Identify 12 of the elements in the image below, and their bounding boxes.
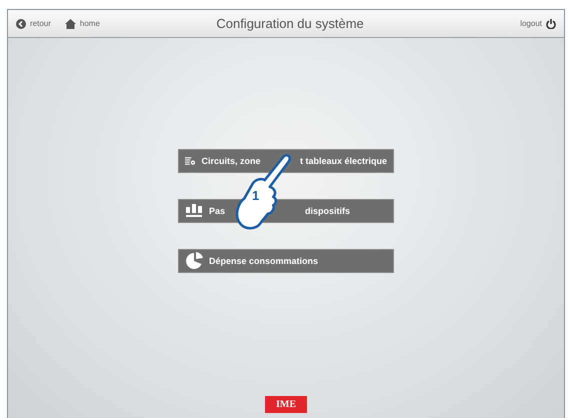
home-icon [64,18,76,28]
brand-logo: IME [265,396,307,413]
bar-chart-icon [185,203,203,219]
pie-chart-icon [185,252,203,270]
power-icon [546,18,556,28]
menu-button[interactable]: Circuits, zone t tableaux électrique [178,149,394,173]
window-title: Configuration du système [215,16,365,31]
menu-button[interactable]: Dépense consommations [178,249,394,273]
back-link[interactable]: retour [16,18,51,28]
logout-link[interactable]: logout [520,18,556,28]
home-link[interactable]: home [64,18,100,28]
back-icon [16,18,26,28]
